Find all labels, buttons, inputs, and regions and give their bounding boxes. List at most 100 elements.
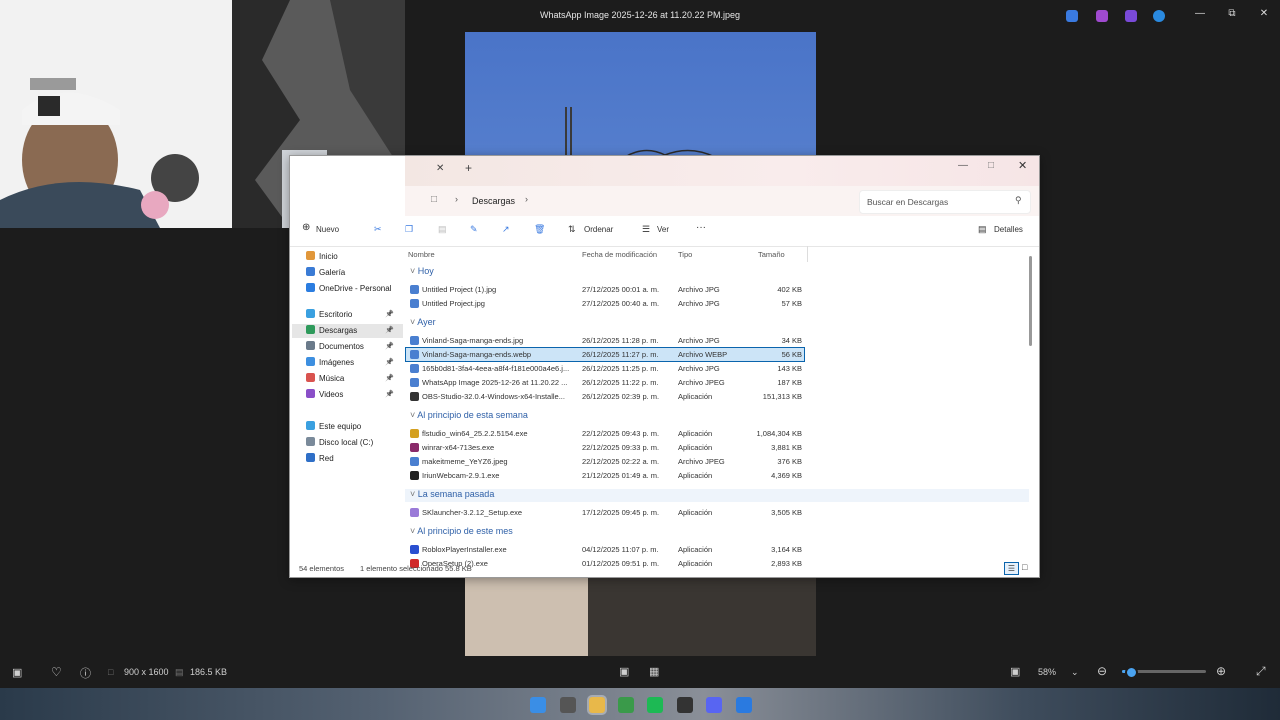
- file-row[interactable]: winrar-x64-713es.exe 22/12/2025 09:33 p. …: [406, 441, 804, 454]
- column-header-type[interactable]: Tipo: [678, 250, 692, 259]
- pin-icon[interactable]: 📌: [385, 326, 394, 334]
- group-header[interactable]: ˅ La semana pasada: [410, 489, 494, 499]
- info-icon[interactable]: ⓘ: [80, 665, 91, 681]
- pin-icon[interactable]: 📌: [385, 310, 394, 318]
- pin-icon[interactable]: 📌: [385, 342, 394, 350]
- sidebar-item-documentos[interactable]: Documentos: [306, 340, 364, 354]
- search-icon[interactable]: [560, 697, 576, 713]
- chevron-down-icon[interactable]: ˅: [410, 489, 418, 499]
- search-box[interactable]: Buscar en Descargas ⚲: [859, 190, 1031, 214]
- paste-icon[interactable]: ▤: [438, 224, 447, 235]
- close-button[interactable]: ✕: [1018, 159, 1027, 172]
- sidebar-item-red[interactable]: Red: [306, 452, 334, 466]
- discord-icon[interactable]: [706, 697, 722, 713]
- maximize-button[interactable]: ⧉: [1224, 8, 1240, 19]
- file-row[interactable]: RobloxPlayerInstaller.exe 04/12/2025 11:0…: [406, 543, 804, 556]
- new-icon[interactable]: ⊕: [302, 222, 310, 233]
- sidebar-item-im-genes[interactable]: Imágenes: [306, 356, 354, 370]
- app-tray-icon[interactable]: [1125, 10, 1137, 22]
- windows-start-icon[interactable]: [530, 697, 546, 713]
- group-header[interactable]: ˅ Al principio de esta semana: [410, 410, 528, 420]
- close-button[interactable]: ✕: [1256, 8, 1272, 19]
- column-header-name[interactable]: Nombre: [408, 250, 435, 259]
- group-header[interactable]: ˅ Ayer: [410, 317, 436, 327]
- sidebar-item-disco-local-c[interactable]: Disco local (C:): [306, 436, 373, 450]
- sidebar-item-inicio[interactable]: Inicio: [306, 250, 338, 264]
- view-button[interactable]: Ver: [657, 225, 669, 234]
- paint-icon[interactable]: [736, 697, 752, 713]
- file-row[interactable]: 165b0d81-3fa4-4eea-a8f4-f181e000a4e6.j..…: [406, 362, 804, 375]
- file-row[interactable]: Vinland-Saga-manga-ends.webp 26/12/2025 1…: [405, 347, 805, 362]
- sort-button[interactable]: Ordenar: [584, 225, 613, 234]
- pin-icon[interactable]: 📌: [385, 358, 394, 366]
- copy-icon[interactable]: ❐: [405, 224, 413, 235]
- app-tray-icon[interactable]: [1066, 10, 1078, 22]
- new-tab-button[interactable]: +: [465, 161, 472, 175]
- spotify-icon[interactable]: [647, 697, 663, 713]
- file-row[interactable]: WhatsApp Image 2025-12-26 at 11.20.22 ..…: [406, 376, 804, 389]
- minimize-button[interactable]: —: [958, 160, 968, 171]
- onedrive-icon[interactable]: [1153, 10, 1165, 22]
- scrollbar[interactable]: [1029, 256, 1032, 346]
- file-row[interactable]: makeitmeme_YeYZ6.jpeg 22/12/2025 02:22 a.…: [406, 455, 804, 468]
- zoom-level[interactable]: 58%: [1038, 667, 1056, 677]
- file-type-icon: [410, 545, 419, 554]
- app-tray-icon[interactable]: [1096, 10, 1108, 22]
- group-header[interactable]: ˅ Hoy: [410, 266, 434, 276]
- zoom-slider-handle[interactable]: [1125, 666, 1138, 679]
- details-icon[interactable]: ▤: [978, 224, 987, 235]
- details-button[interactable]: Detalles: [994, 225, 1023, 234]
- filmstrip-icon[interactable]: ▣: [12, 666, 22, 679]
- group-header[interactable]: ˅ Al principio de este mes: [410, 526, 513, 536]
- sidebar-item-este-equipo[interactable]: Este equipo: [306, 420, 361, 434]
- cut-icon[interactable]: ✂: [374, 224, 382, 235]
- chevron-down-icon[interactable]: ⌄: [1071, 667, 1079, 678]
- column-divider[interactable]: [807, 246, 808, 262]
- obs-icon[interactable]: [677, 697, 693, 713]
- file-row[interactable]: Vinland-Saga-manga-ends.jpg 26/12/2025 11…: [406, 334, 804, 347]
- image-dimensions: 900 x 1600: [124, 667, 169, 677]
- edit-icon[interactable]: ▦: [649, 665, 659, 678]
- file-row[interactable]: IriunWebcam-2.9.1.exe 21/12/2025 01:49 a.…: [406, 469, 804, 482]
- column-header-size[interactable]: Tamaño: [758, 250, 785, 259]
- search-input[interactable]: Buscar en Descargas: [867, 197, 948, 207]
- file-row[interactable]: flstudio_win64_25.2.2.5154.exe 22/12/2025…: [406, 427, 804, 440]
- tiles-view-toggle[interactable]: □: [1022, 562, 1027, 572]
- favorite-icon[interactable]: ♡: [51, 665, 62, 679]
- chrome-icon[interactable]: [618, 697, 634, 713]
- sidebar-item-m-sica[interactable]: Música: [306, 372, 344, 386]
- sidebar-item-onedrive-personal[interactable]: OneDrive - Personal: [306, 282, 391, 296]
- details-view-toggle[interactable]: ☰: [1004, 562, 1019, 575]
- pin-icon[interactable]: 📌: [385, 390, 394, 398]
- zoom-in-icon[interactable]: ⊕: [1216, 664, 1226, 678]
- chevron-down-icon[interactable]: ˅: [410, 266, 418, 276]
- share-icon[interactable]: ↗: [502, 224, 510, 235]
- file-explorer-icon[interactable]: [587, 695, 607, 715]
- crop-icon[interactable]: ▣: [619, 665, 629, 678]
- sort-icon[interactable]: ⇅: [568, 224, 576, 235]
- breadcrumb-descargas[interactable]: Descargas: [472, 196, 515, 206]
- rename-icon[interactable]: ✎: [470, 224, 478, 235]
- more-options-button[interactable]: ···: [696, 222, 706, 233]
- minimize-button[interactable]: —: [1192, 8, 1208, 19]
- zoom-out-icon[interactable]: ⊖: [1097, 664, 1107, 678]
- fullscreen-icon[interactable]: ⤢: [1256, 664, 1266, 679]
- close-tab-icon[interactable]: ✕: [436, 163, 444, 174]
- file-row[interactable]: SKlauncher-3.2.12_Setup.exe 17/12/2025 09…: [406, 506, 804, 519]
- maximize-button[interactable]: □: [988, 160, 994, 171]
- fit-to-window-icon[interactable]: ▣: [1010, 665, 1020, 678]
- view-icon[interactable]: ☰: [642, 224, 650, 235]
- search-icon[interactable]: ⚲: [1015, 195, 1022, 206]
- pin-icon[interactable]: 📌: [385, 374, 394, 382]
- file-row[interactable]: Untitled Project.jpg 27/12/2025 00:40 a. …: [406, 297, 804, 310]
- new-button[interactable]: Nuevo: [316, 225, 339, 234]
- sidebar-item-galer-a[interactable]: Galería: [306, 266, 345, 280]
- file-row[interactable]: OBS-Studio-32.0.4-Windows-x64-Installe..…: [406, 390, 804, 403]
- monitor-icon[interactable]: □: [431, 194, 437, 205]
- file-row[interactable]: Untitled Project (1).jpg 27/12/2025 00:01…: [406, 283, 804, 296]
- chevron-right-icon[interactable]: ›: [525, 194, 528, 204]
- sidebar-item-videos[interactable]: Videos: [306, 388, 343, 402]
- column-header-date[interactable]: Fecha de modificación: [582, 250, 657, 259]
- sidebar-item-escritorio[interactable]: Escritorio: [306, 308, 352, 322]
- delete-icon[interactable]: 🗑: [534, 224, 545, 235]
